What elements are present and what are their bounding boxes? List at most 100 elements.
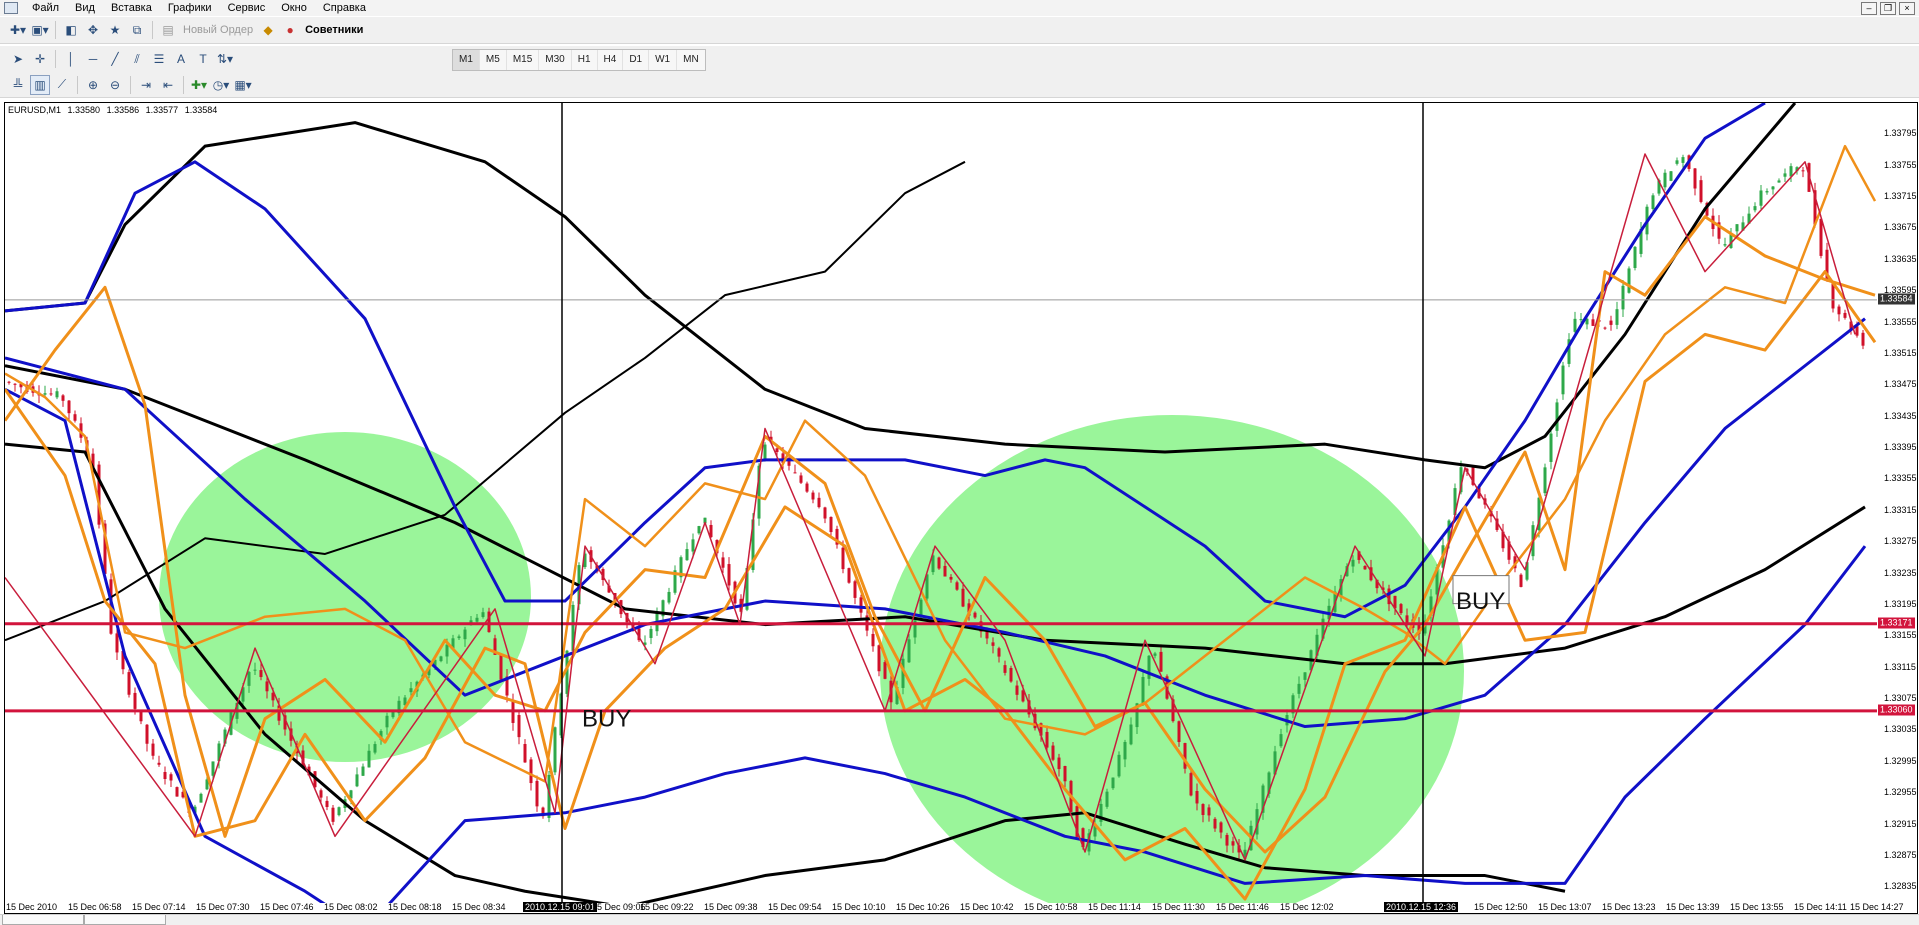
line-chart-icon[interactable]: ⟋ — [52, 75, 72, 95]
restore-icon[interactable]: ❐ — [1880, 2, 1896, 15]
timeframe-h1[interactable]: H1 — [572, 50, 598, 70]
candle-body — [1681, 157, 1685, 163]
candle-body — [1627, 268, 1631, 293]
menu-window[interactable]: Окно — [273, 0, 315, 16]
menu-help[interactable]: Справка — [315, 0, 374, 16]
templates-icon[interactable]: ▦▾ — [233, 75, 253, 95]
arrows-icon[interactable]: ⇅▾ — [215, 49, 235, 69]
candle-body — [721, 557, 725, 568]
candle-body — [847, 568, 851, 583]
crosshair-icon[interactable]: ✛ — [30, 49, 50, 69]
experts-button[interactable]: Советники — [301, 24, 367, 36]
candle-body — [1735, 224, 1739, 232]
zoom-in-icon[interactable]: ⊕ — [83, 75, 103, 95]
menu-charts[interactable]: Графики — [160, 0, 220, 16]
chart-shift-icon[interactable]: ⇤ — [158, 75, 178, 95]
auto-scroll-icon[interactable]: ⇥ — [136, 75, 156, 95]
timeframe-m15[interactable]: M15 — [507, 50, 540, 70]
candle-body — [337, 807, 341, 816]
candle-body — [763, 444, 767, 460]
candle-body — [1009, 667, 1013, 682]
timeframe-m5[interactable]: M5 — [480, 50, 507, 70]
time-label: 15 Dec 11:30 — [1152, 902, 1205, 912]
zoom-out-icon[interactable]: ⊖ — [105, 75, 125, 95]
candle-body — [133, 692, 137, 709]
candle-body — [1549, 433, 1553, 462]
price-scale[interactable]: 1.33795 1.33755 1.33715 1.33675 1.33635 1.335… — [1876, 102, 1919, 914]
price-tick: 1.33235 — [1884, 567, 1917, 578]
toolbar-separator — [77, 75, 78, 94]
timeframe-m1[interactable]: M1 — [453, 50, 480, 70]
new-order-icon[interactable]: ▤ — [158, 20, 178, 40]
candle-body — [949, 576, 953, 580]
new-chart-icon[interactable]: ✚▾ — [8, 20, 28, 40]
time-label: 15 Dec 13:39 — [1666, 902, 1720, 912]
candle-body — [1225, 834, 1229, 846]
price-chart[interactable]: BUY BUY — [5, 103, 1877, 903]
fibonacci-icon[interactable]: ☰ — [149, 49, 169, 69]
candle-body — [1063, 766, 1067, 782]
timeframe-m30[interactable]: M30 — [539, 50, 572, 70]
candle-body — [43, 393, 47, 395]
candle-body — [883, 662, 887, 679]
candle-body — [853, 581, 857, 598]
menu-file[interactable]: Файл — [24, 0, 67, 16]
vertical-line-icon[interactable]: │ — [61, 49, 81, 69]
candle-body — [211, 761, 215, 776]
periods-icon[interactable]: ◷▾ — [211, 75, 231, 95]
channel-icon[interactable]: ⫽ — [127, 49, 147, 69]
candle-body — [355, 774, 359, 787]
line-studies-toolbar: ➤ ✛ │ ─ ╱ ⫽ ☰ A T ⇅▾ — [0, 46, 1919, 73]
time-label: 15 Dec 2010 — [6, 902, 58, 912]
candle-body — [1177, 721, 1181, 743]
time-axis[interactable]: 15 Dec 2010 15 Dec 06:58 15 Dec 07:14 15 De… — [4, 902, 1904, 914]
text-icon[interactable]: A — [171, 49, 191, 69]
candle-body — [151, 743, 155, 756]
strategy-tester-icon[interactable]: ⧉ — [127, 20, 147, 40]
candle-body — [691, 539, 695, 552]
chart-window[interactable]: BUY BUY — [4, 102, 1918, 914]
candle-body — [535, 780, 539, 807]
metaeditor-icon[interactable]: ◆ — [258, 20, 278, 40]
navigator-icon[interactable]: ✥ — [83, 20, 103, 40]
time-label: 15 Dec 14:11 — [1794, 902, 1847, 912]
profiles-icon[interactable]: ▣▾ — [30, 20, 50, 40]
price-tick: 1.33115 — [1884, 661, 1916, 672]
app-icon[interactable] — [4, 2, 18, 14]
candle-body — [1303, 672, 1307, 680]
close-icon[interactable]: × — [1899, 2, 1915, 15]
timeframe-w1[interactable]: W1 — [649, 50, 678, 70]
cursor-icon[interactable]: ➤ — [8, 49, 28, 69]
market-watch-icon[interactable]: ◧ — [61, 20, 81, 40]
candle-body — [1183, 743, 1187, 769]
candle-body — [1123, 741, 1127, 760]
candlestick-chart-icon[interactable]: ▥ — [30, 74, 50, 95]
menu-view[interactable]: Вид — [67, 0, 103, 16]
price-tick: 1.33555 — [1884, 316, 1917, 327]
new-order-button[interactable]: Новый Ордер — [179, 24, 257, 36]
timeframe-mn[interactable]: MN — [677, 50, 705, 70]
text-label-icon[interactable]: T — [193, 49, 213, 69]
minimize-icon[interactable]: ‒ — [1861, 2, 1877, 15]
menu-insert[interactable]: Вставка — [103, 0, 160, 16]
bar-chart-icon[interactable]: ╩ — [8, 75, 28, 95]
candle-body — [127, 672, 131, 695]
chart-low: 1.33577 — [145, 105, 179, 115]
indicators-icon[interactable]: ✚▾ — [189, 75, 209, 95]
price-tick: 1.33275 — [1884, 536, 1917, 547]
horizontal-line-icon[interactable]: ─ — [83, 49, 103, 69]
timeframe-h4[interactable]: H4 — [598, 50, 624, 70]
timeframe-d1[interactable]: D1 — [623, 50, 650, 70]
candle-body — [871, 633, 875, 647]
candle-body — [1675, 160, 1679, 164]
candle-body — [1207, 807, 1211, 816]
candle-body — [1297, 683, 1301, 694]
candle-body — [1663, 172, 1667, 188]
candle-body — [1189, 773, 1193, 796]
chart-high: 1.33586 — [106, 105, 140, 115]
trend-line-icon[interactable]: ╱ — [105, 49, 125, 69]
favorites-icon[interactable]: ★ — [105, 20, 125, 40]
experts-icon[interactable]: ● — [280, 20, 300, 40]
candle-body — [1543, 467, 1547, 494]
menu-tools[interactable]: Сервис — [220, 0, 274, 16]
